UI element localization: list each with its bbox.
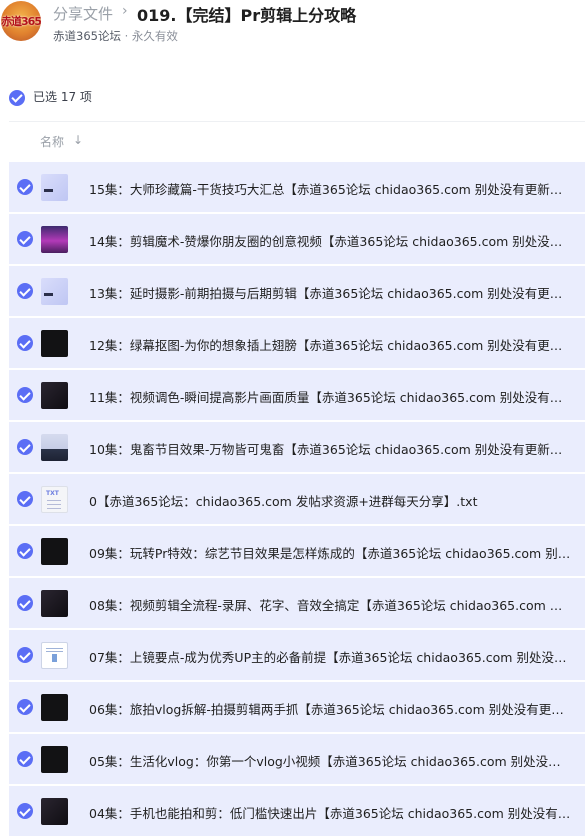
document-thumbnail-icon bbox=[41, 642, 68, 669]
breadcrumb-shared-files[interactable]: 分享文件 bbox=[53, 3, 113, 24]
txt-file-icon: TXT bbox=[41, 486, 68, 513]
file-name[interactable]: 09集：玩转Pr特效：综艺节目效果是怎样炼成的【赤道365论坛 chidao36… bbox=[89, 543, 571, 562]
file-name[interactable]: 08集：视频剪辑全流程-录屏、花字、音效全搞定【赤道365论坛 chidao36… bbox=[89, 595, 571, 614]
video-thumbnail bbox=[41, 746, 68, 773]
video-thumbnail bbox=[41, 330, 68, 357]
sort-arrow-icon[interactable]: ↓ bbox=[73, 133, 83, 147]
file-row[interactable]: 05集：生活化vlog：你第一个vlog小视频【赤道365论坛 chidao36… bbox=[9, 734, 585, 784]
row-checkbox-icon[interactable] bbox=[17, 647, 33, 663]
select-all-checkbox-icon[interactable] bbox=[9, 89, 25, 106]
row-checkbox-icon[interactable] bbox=[17, 803, 33, 819]
file-row[interactable]: 04集：手机也能拍和剪：低门槛快速出片【赤道365论坛 chidao365.co… bbox=[9, 786, 585, 836]
file-name[interactable]: 15集：大师珍藏篇-干货技巧大汇总【赤道365论坛 chidao365.com … bbox=[89, 179, 571, 198]
file-name[interactable]: 05集：生活化vlog：你第一个vlog小视频【赤道365论坛 chidao36… bbox=[89, 751, 571, 770]
video-thumbnail bbox=[41, 590, 68, 617]
share-info: 赤道365论坛 · 永久有效 bbox=[53, 28, 178, 44]
file-row[interactable]: 13集：延时摄影-前期拍摄与后期剪辑【赤道365论坛 chidao365.com… bbox=[9, 266, 585, 316]
share-validity: · 永久有效 bbox=[124, 29, 178, 43]
folder-title: 019.【完结】Pr剪辑上分攻略 bbox=[137, 6, 357, 25]
file-name[interactable]: 06集：旅拍vlog拆解-拍摄剪辑两手抓【赤道365论坛 chidao365.c… bbox=[89, 699, 571, 718]
avatar-logo-text: 赤道365 bbox=[1, 15, 41, 28]
video-thumbnail bbox=[41, 278, 68, 305]
row-checkbox-icon[interactable] bbox=[17, 335, 33, 351]
file-name[interactable]: 04集：手机也能拍和剪：低门槛快速出片【赤道365论坛 chidao365.co… bbox=[89, 803, 571, 822]
file-name[interactable]: 11集：视频调色-瞬间提高影片画面质量【赤道365论坛 chidao365.co… bbox=[89, 387, 571, 406]
video-thumbnail bbox=[41, 434, 68, 461]
row-checkbox-icon[interactable] bbox=[17, 231, 33, 247]
share-header: 赤道365 分享文件 › 019.【完结】Pr剪辑上分攻略 赤道365论坛 · … bbox=[0, 0, 585, 50]
file-name[interactable]: 0【赤道365论坛：chidao365.com 发帖求资源+进群每天分享】.tx… bbox=[89, 491, 571, 510]
row-checkbox-icon[interactable] bbox=[17, 491, 33, 507]
file-row[interactable]: 08集：视频剪辑全流程-录屏、花字、音效全搞定【赤道365论坛 chidao36… bbox=[9, 578, 585, 628]
file-row[interactable]: 12集：绿幕抠图-为你的想象插上翅膀【赤道365论坛 chidao365.com… bbox=[9, 318, 585, 368]
file-row[interactable]: 06集：旅拍vlog拆解-拍摄剪辑两手抓【赤道365论坛 chidao365.c… bbox=[9, 682, 585, 732]
video-thumbnail bbox=[41, 538, 68, 565]
file-row[interactable]: 09集：玩转Pr特效：综艺节目效果是怎样炼成的【赤道365论坛 chidao36… bbox=[9, 526, 585, 576]
sharer-name[interactable]: 赤道365论坛 bbox=[53, 29, 121, 43]
file-row[interactable]: 15集：大师珍藏篇-干货技巧大汇总【赤道365论坛 chidao365.com … bbox=[9, 162, 585, 212]
file-row[interactable]: 11集：视频调色-瞬间提高影片画面质量【赤道365论坛 chidao365.co… bbox=[9, 370, 585, 420]
row-checkbox-icon[interactable] bbox=[17, 179, 33, 195]
file-row[interactable]: TXT 0【赤道365论坛：chidao365.com 发帖求资源+进群每天分享】… bbox=[9, 474, 585, 524]
file-row[interactable]: 14集：剪辑魔术-赞爆你朋友圈的创意视频【赤道365论坛 chidao365.c… bbox=[9, 214, 585, 264]
video-thumbnail bbox=[41, 382, 68, 409]
file-row[interactable]: 07集：上镜要点-成为优秀UP主的必备前提【赤道365论坛 chidao365.… bbox=[9, 630, 585, 680]
row-checkbox-icon[interactable] bbox=[17, 699, 33, 715]
video-thumbnail bbox=[41, 798, 68, 825]
selection-count: 已选 17 项 bbox=[33, 90, 92, 104]
sharer-avatar[interactable]: 赤道365 bbox=[1, 1, 41, 41]
file-name[interactable]: 14集：剪辑魔术-赞爆你朋友圈的创意视频【赤道365论坛 chidao365.c… bbox=[89, 231, 571, 250]
file-row[interactable]: 10集：鬼畜节目效果-万物皆可鬼畜【赤道365论坛 chidao365.com … bbox=[9, 422, 585, 472]
row-checkbox-icon[interactable] bbox=[17, 543, 33, 559]
file-name[interactable]: 13集：延时摄影-前期拍摄与后期剪辑【赤道365论坛 chidao365.com… bbox=[89, 283, 571, 302]
file-name[interactable]: 10集：鬼畜节目效果-万物皆可鬼畜【赤道365论坛 chidao365.com … bbox=[89, 439, 571, 458]
row-checkbox-icon[interactable] bbox=[17, 439, 33, 455]
row-checkbox-icon[interactable] bbox=[17, 283, 33, 299]
breadcrumb-chevron-icon: › bbox=[122, 3, 128, 19]
row-checkbox-icon[interactable] bbox=[17, 751, 33, 767]
file-name[interactable]: 12集：绿幕抠图-为你的想象插上翅膀【赤道365论坛 chidao365.com… bbox=[89, 335, 571, 354]
row-checkbox-icon[interactable] bbox=[17, 387, 33, 403]
row-checkbox-icon[interactable] bbox=[17, 595, 33, 611]
video-thumbnail bbox=[41, 174, 68, 201]
selection-summary[interactable]: 已选 17 项 bbox=[9, 87, 92, 106]
file-name[interactable]: 07集：上镜要点-成为优秀UP主的必备前提【赤道365论坛 chidao365.… bbox=[89, 647, 571, 666]
video-thumbnail bbox=[41, 226, 68, 253]
divider bbox=[9, 121, 585, 122]
video-thumbnail bbox=[41, 694, 68, 721]
column-header-name[interactable]: 名称 bbox=[40, 133, 64, 150]
file-list: 15集：大师珍藏篇-干货技巧大汇总【赤道365论坛 chidao365.com … bbox=[9, 162, 585, 838]
